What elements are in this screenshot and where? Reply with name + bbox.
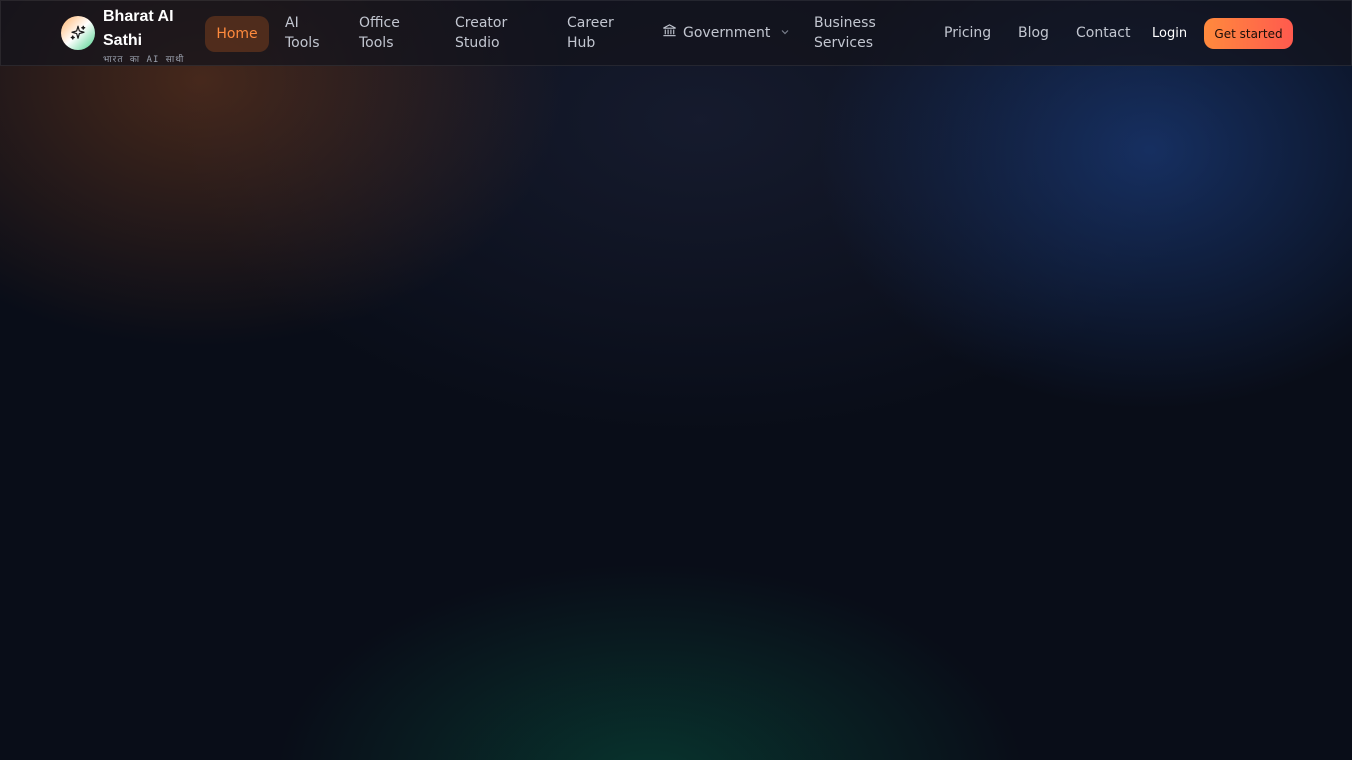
nav-creator-studio-line1: Creator (455, 15, 508, 31)
nav-pricing[interactable]: Pricing (944, 1, 991, 65)
login-button[interactable]: Login (1152, 1, 1187, 65)
page: Bharat AI Sathi भारत का AI साथी Home AI … (0, 0, 1352, 760)
brand-name: Bharat AI Sathi (103, 8, 174, 49)
nav-government-dropdown[interactable]: Government (662, 1, 790, 65)
nav-government-label: Government (683, 25, 771, 41)
nav-career-hub-line2: Hub (567, 35, 596, 51)
nav-ai-tools-line2: Tools (285, 35, 320, 51)
brand-tagline: भारत का AI साथी (103, 55, 185, 65)
nav-business-services-line1: Business (814, 15, 876, 31)
nav-home[interactable]: Home (205, 16, 269, 52)
nav-blog[interactable]: Blog (1018, 1, 1049, 65)
bank-icon (662, 23, 677, 44)
nav-creator-studio-line2: Studio (455, 35, 500, 51)
get-started-button[interactable]: Get started (1204, 18, 1293, 49)
nav-creator-studio[interactable]: Creator Studio (455, 1, 507, 65)
chevron-down-icon (780, 23, 790, 43)
nav-career-hub[interactable]: Career Hub (567, 1, 614, 65)
top-navbar: Bharat AI Sathi भारत का AI साथी Home AI … (0, 0, 1352, 66)
nav-office-tools[interactable]: Office Tools (359, 1, 400, 65)
nav-ai-tools[interactable]: AI Tools (285, 1, 320, 65)
nav-office-tools-line1: Office (359, 15, 400, 31)
sparkles-icon (61, 16, 95, 50)
nav-business-services[interactable]: Business Services (814, 1, 876, 65)
nav-office-tools-line2: Tools (359, 35, 394, 51)
nav-business-services-line2: Services (814, 35, 874, 51)
nav-ai-tools-line1: AI (285, 15, 299, 31)
nav-contact[interactable]: Contact (1076, 1, 1130, 65)
nav-career-hub-line1: Career (567, 15, 614, 31)
